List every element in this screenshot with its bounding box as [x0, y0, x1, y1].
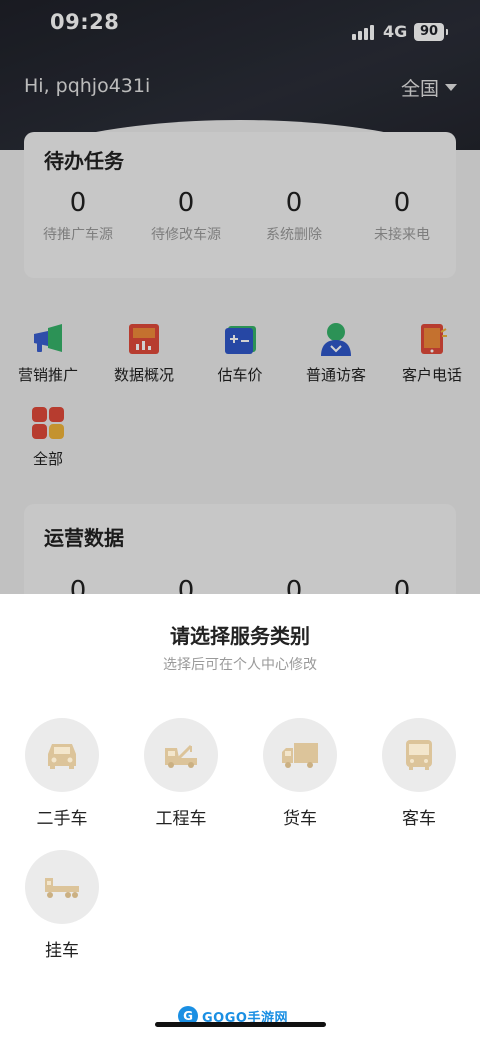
service-category-sheet: 请选择服务类别 选择后可在个人中心修改 二手车 工程车 货车 客车 挂车 G G…	[0, 594, 480, 1038]
option-label: 货车	[283, 809, 317, 829]
home-indicator[interactable]	[155, 1022, 326, 1027]
option-truck[interactable]: 货车	[250, 718, 350, 829]
car-icon	[25, 718, 99, 792]
sheet-title: 请选择服务类别	[170, 624, 310, 648]
option-trailer[interactable]: 挂车	[12, 850, 112, 961]
trailer-icon	[25, 850, 99, 924]
option-used-car[interactable]: 二手车	[12, 718, 112, 829]
option-label: 工程车	[155, 809, 207, 829]
bus-icon	[382, 718, 456, 792]
option-label: 挂车	[45, 941, 79, 961]
option-bus[interactable]: 客车	[369, 718, 469, 829]
option-label: 客车	[402, 809, 436, 829]
option-label: 二手车	[36, 809, 88, 829]
option-engineering-vehicle[interactable]: 工程车	[131, 718, 231, 829]
truck-icon	[263, 718, 337, 792]
sheet-subtitle: 选择后可在个人中心修改	[163, 657, 317, 673]
tow-truck-icon	[144, 718, 218, 792]
